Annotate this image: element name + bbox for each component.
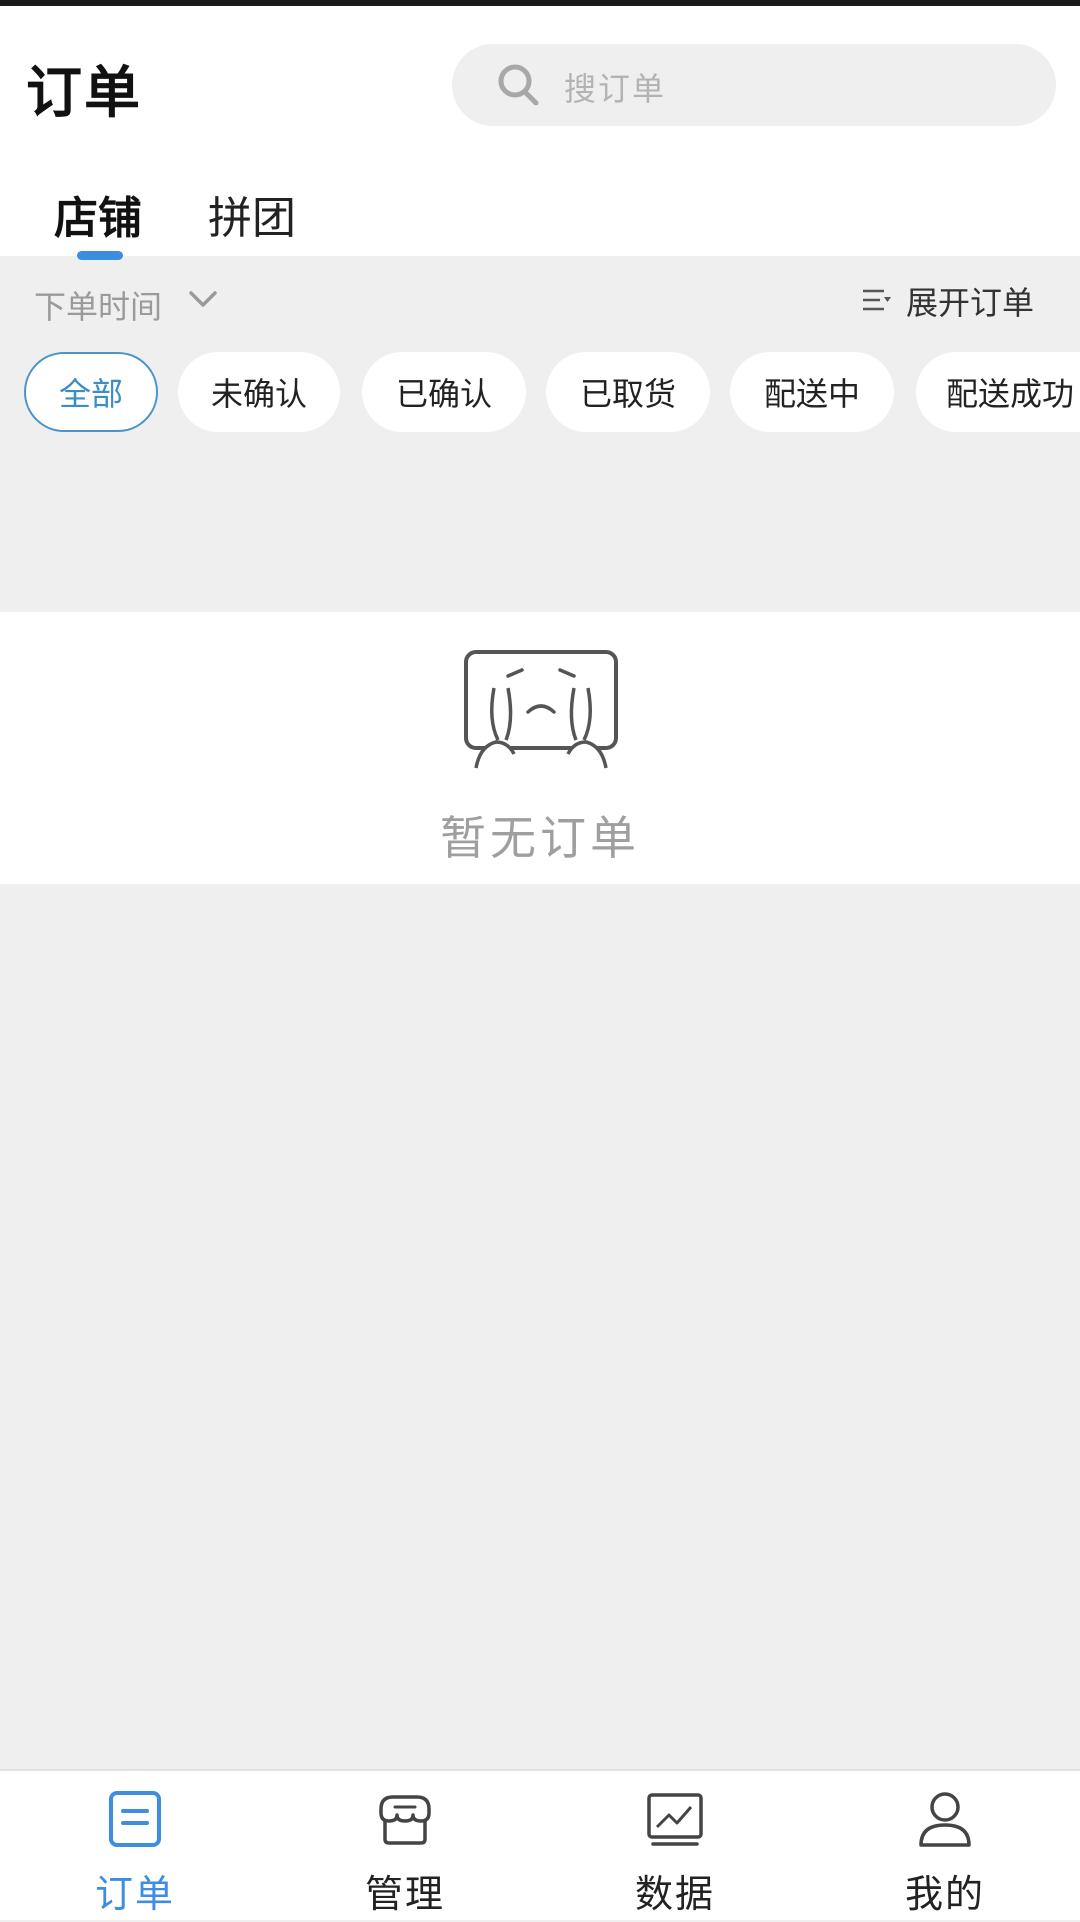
sort-by-order-time-dropdown[interactable]: 下单时间 [26,256,217,330]
tabbar-label-data: 数据 [634,1872,715,1916]
bottom-tab-bar: 订单 管理 数据 我的 [0,1769,1080,1920]
search-input[interactable]: 搜订单 [452,44,1056,126]
tabbar-item-me[interactable]: 我的 [810,1771,1080,1922]
tabbar-item-data[interactable]: 数据 [540,1771,810,1922]
filter-bar: 下单时间 展开订单 [0,256,1080,336]
empty-state: 暂无订单 [0,612,1080,884]
status-chip-unconfirmed[interactable]: 未确认 [178,352,340,432]
tab-group-buy[interactable]: 拼团 [208,182,296,246]
chart-icon [647,1793,703,1846]
user-icon [919,1792,971,1847]
status-chip-picked-up[interactable]: 已取货 [546,352,710,432]
status-chip-delivering[interactable]: 配送中 [730,352,894,432]
expand-orders-button[interactable]: 展开订单 [860,274,1060,324]
page-title: 订单 [26,61,142,126]
chevron-down-icon [189,291,217,307]
status-chip-all[interactable]: 全部 [24,352,158,432]
tabbar-item-manage[interactable]: 管理 [270,1771,540,1922]
list-icon [863,289,891,311]
status-chip-delivered[interactable]: 配送成功 [916,352,1080,432]
crying-face-icon [464,650,618,769]
tabbar-label-manage: 管理 [364,1872,445,1916]
sort-label: 下单时间 [34,288,163,326]
search-placeholder: 搜订单 [564,70,667,108]
status-chip-confirmed[interactable]: 已确认 [362,352,526,432]
tab-store[interactable]: 店铺 [54,182,142,246]
order-status-filter-chips: 全部 未确认 已确认 已取货 配送中 配送成功 [0,350,1080,436]
tabbar-label-orders: 订单 [94,1872,175,1916]
header: 订单 搜订单 店铺 拼团 [0,6,1080,260]
store-icon [379,1795,431,1845]
search-icon [498,64,539,106]
tabbar-item-orders[interactable]: 订单 [0,1771,270,1922]
expand-orders-label: 展开订单 [906,284,1035,322]
order-icon [109,1791,161,1847]
empty-state-message: 暂无订单 [440,811,640,865]
tabbar-label-me: 我的 [904,1872,985,1916]
